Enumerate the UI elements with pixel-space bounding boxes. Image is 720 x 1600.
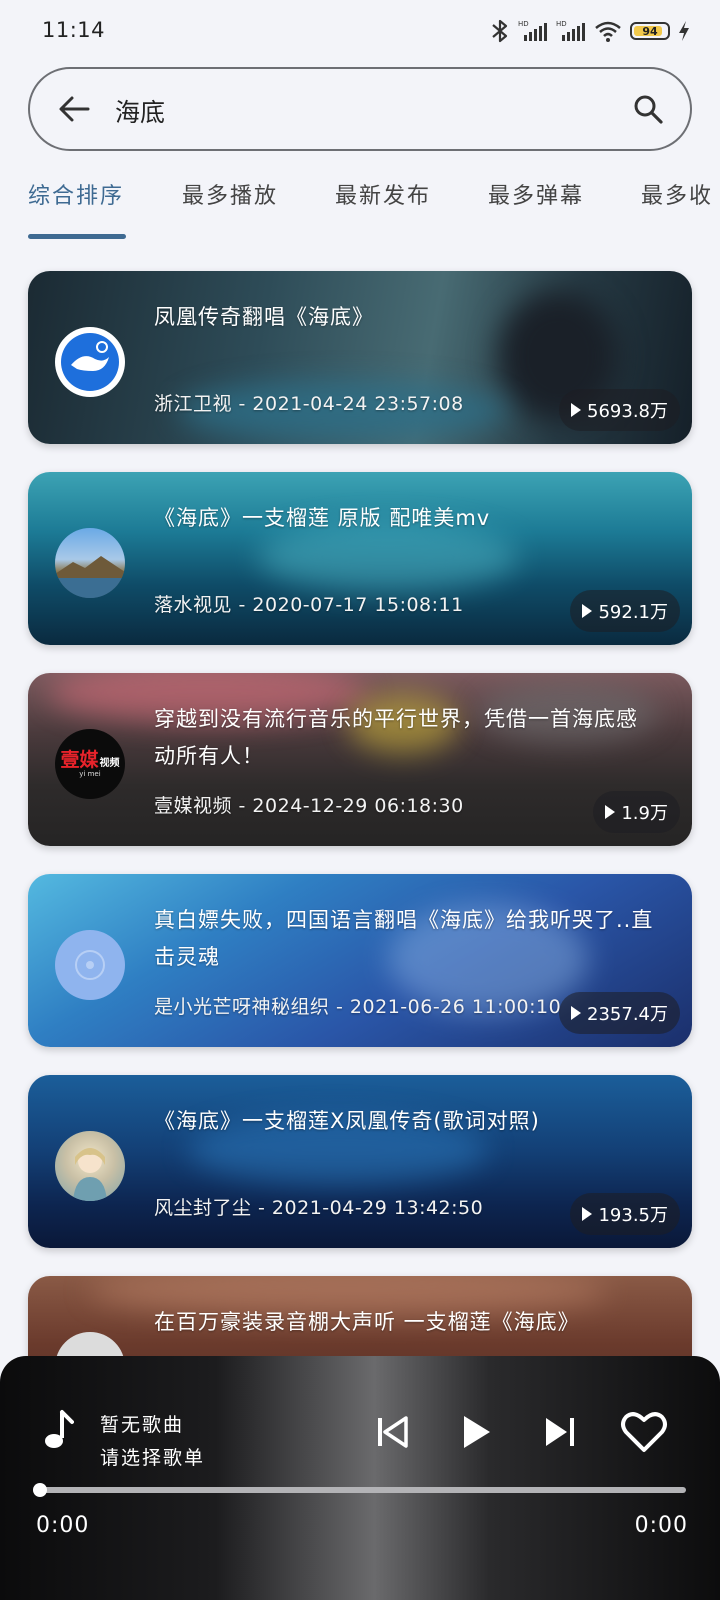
play-icon xyxy=(605,805,616,819)
next-button[interactable] xyxy=(532,1404,588,1460)
anime-avatar-icon xyxy=(73,1148,107,1201)
play-icon xyxy=(571,1006,582,1020)
result-card[interactable]: 壹媒 视频 yi mei 穿越到没有流行音乐的平行世界，凭借一首海底感动所有人！… xyxy=(28,673,692,846)
play-count: 193.5万 xyxy=(598,1205,668,1226)
tab-indicator xyxy=(28,234,126,239)
status-bar: 11:14 HD HD 94 xyxy=(0,0,720,62)
play-icon xyxy=(582,604,593,618)
video-meta: 落水视见 - 2020-07-17 15:08:11 xyxy=(154,594,464,616)
play-icon xyxy=(582,1207,593,1221)
video-title: 在百万豪装录音棚大声听 一支榴莲《海底》 xyxy=(154,1310,580,1334)
avatar-logo-subtext: 视频 xyxy=(99,757,120,769)
current-time: 0:00 xyxy=(36,1513,90,1538)
wifi-icon xyxy=(595,21,621,42)
video-meta: 浙江卫视 - 2021-04-24 23:57:08 xyxy=(154,393,464,415)
avatar-logo-text: 壹媒 xyxy=(60,748,99,771)
video-meta: 壹媒视频 - 2024-12-29 06:18:30 xyxy=(154,795,464,817)
zhejiang-tv-logo-icon xyxy=(61,333,119,391)
arrow-left-icon xyxy=(59,96,90,122)
result-card[interactable]: 《海底》一支榴莲X凤凰传奇(歌词对照) 风尘封了尘 - 2021-04-29 1… xyxy=(28,1075,692,1248)
progress-thumb[interactable] xyxy=(33,1483,47,1497)
search-icon xyxy=(634,95,663,124)
previous-button[interactable] xyxy=(364,1404,420,1460)
channel-avatar xyxy=(55,327,125,397)
channel-avatar xyxy=(55,930,125,1000)
video-title: 《海底》一支榴莲 原版 配唯美mv xyxy=(154,506,491,530)
tab-most-played[interactable]: 最多播放 xyxy=(182,178,278,210)
circle-logo-icon xyxy=(75,950,105,980)
video-meta: 是小光芒呀神秘组织 - 2021-06-26 11:00:10 xyxy=(154,996,562,1018)
video-title: 《海底》一支榴莲X凤凰传奇(歌词对照) xyxy=(154,1109,540,1133)
bluetooth-icon xyxy=(492,19,508,43)
video-title: 真白嫖失败，四国语言翻唱《海底》给我听哭了..直击灵魂 xyxy=(154,908,654,969)
music-player-bar: 暂无歌曲 请选择歌单 0:00 0:00 xyxy=(0,1356,720,1600)
battery-level: 94 xyxy=(642,24,658,38)
play-count: 5693.8万 xyxy=(587,401,668,422)
signal-hd-icon-2: HD xyxy=(556,20,585,41)
channel-avatar xyxy=(55,1131,125,1201)
charging-icon xyxy=(679,21,689,41)
progress-track[interactable] xyxy=(40,1487,686,1493)
tab-most-danmaku[interactable]: 最多弹幕 xyxy=(488,178,584,210)
play-count-badge: 5693.8万 xyxy=(559,389,680,431)
total-time: 0:00 xyxy=(634,1513,688,1538)
channel-avatar: 壹媒 视频 yi mei xyxy=(55,729,125,799)
channel-avatar xyxy=(55,528,125,598)
favorite-button[interactable] xyxy=(616,1404,672,1460)
back-button[interactable] xyxy=(52,87,96,131)
play-count: 592.1万 xyxy=(598,602,668,623)
signal-hd-icon: HD xyxy=(518,20,547,41)
play-count-badge: 2357.4万 xyxy=(559,992,680,1034)
play-icon xyxy=(464,1416,490,1448)
status-icons: HD HD 94 xyxy=(490,16,690,46)
tab-newest[interactable]: 最新发布 xyxy=(335,178,431,210)
song-subtitle: 请选择歌单 xyxy=(100,1447,206,1469)
play-button[interactable] xyxy=(448,1404,504,1460)
search-button[interactable] xyxy=(626,87,670,131)
sort-tabs: 综合排序 最多播放 最新发布 最多弹幕 最多收 xyxy=(0,178,720,242)
video-meta: 风尘封了尘 - 2021-04-29 13:42:50 xyxy=(154,1197,484,1219)
result-card[interactable]: 凤凰传奇翻唱《海底》 浙江卫视 - 2021-04-24 23:57:08 56… xyxy=(28,271,692,444)
search-bar: 海底 xyxy=(28,67,692,151)
song-title: 暂无歌曲 xyxy=(100,1414,185,1436)
battery-icon: 94 xyxy=(630,22,670,40)
play-count-badge: 592.1万 xyxy=(570,590,680,632)
play-count-badge: 1.9万 xyxy=(593,791,680,833)
status-time: 11:14 xyxy=(42,18,106,42)
result-card[interactable]: 《海底》一支榴莲 原版 配唯美mv 落水视见 - 2020-07-17 15:0… xyxy=(28,472,692,645)
skip-previous-icon xyxy=(378,1416,408,1448)
music-note-icon xyxy=(45,1410,74,1448)
svg-text:HD: HD xyxy=(518,20,529,28)
search-input[interactable]: 海底 xyxy=(115,93,165,129)
result-card[interactable]: 真白嫖失败，四国语言翻唱《海底》给我听哭了..直击灵魂 是小光芒呀神秘组织 - … xyxy=(28,874,692,1047)
play-count: 2357.4万 xyxy=(587,1004,668,1025)
landscape-avatar-icon xyxy=(55,556,125,598)
video-title: 凤凰传奇翻唱《海底》 xyxy=(154,305,374,329)
video-title: 穿越到没有流行音乐的平行世界，凭借一首海底感动所有人！ xyxy=(154,707,638,768)
tab-most-favorited[interactable]: 最多收 xyxy=(641,178,713,210)
play-count-badge: 193.5万 xyxy=(570,1193,680,1235)
play-count: 1.9万 xyxy=(621,803,668,824)
heart-icon xyxy=(621,1412,667,1452)
play-icon xyxy=(571,403,582,417)
tab-comprehensive[interactable]: 综合排序 xyxy=(28,178,124,210)
svg-text:HD: HD xyxy=(556,20,567,28)
avatar-logo-caption: yi mei xyxy=(79,769,101,778)
skip-next-icon xyxy=(546,1418,574,1446)
